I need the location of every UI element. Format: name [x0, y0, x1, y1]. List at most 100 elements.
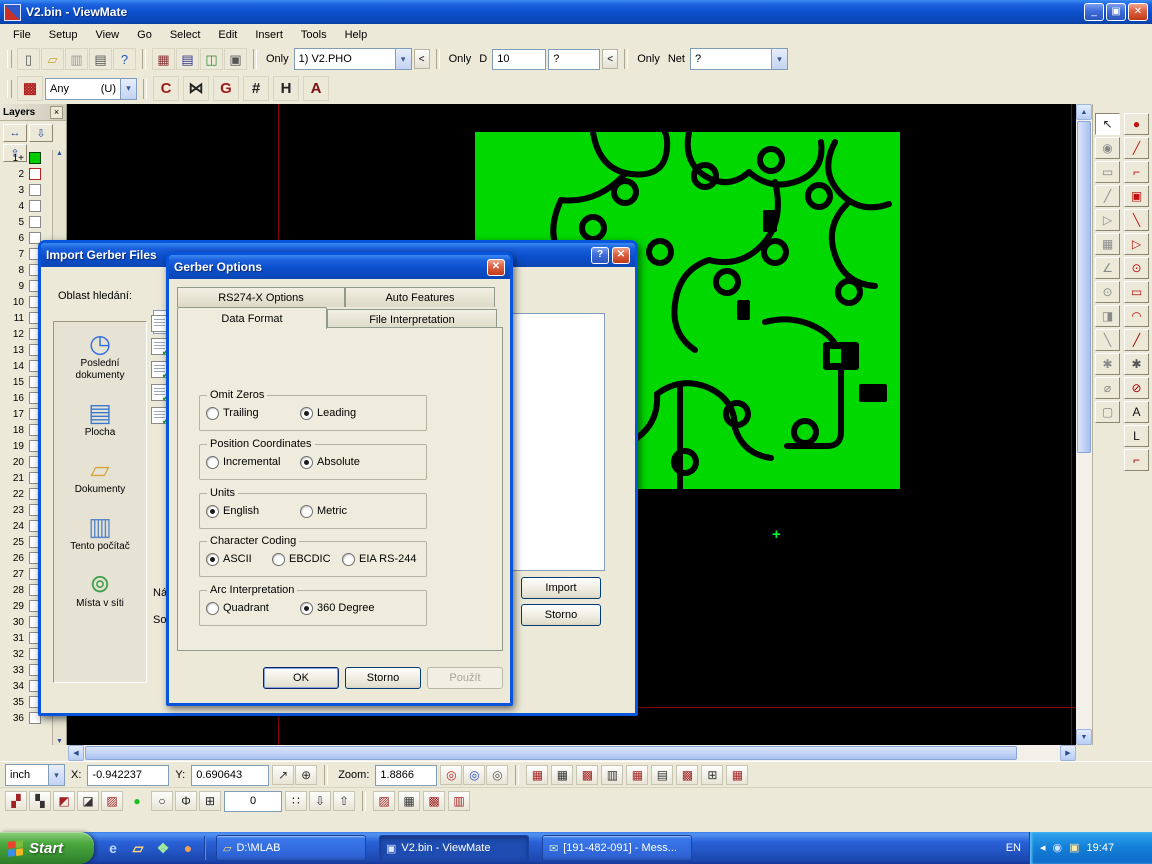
net-combo[interactable]: ?: [690, 48, 788, 70]
chevron-down-icon[interactable]: [120, 79, 136, 99]
pad-pattern-icon-9[interactable]: ▦: [726, 765, 748, 785]
layer-row[interactable]: 2: [0, 166, 53, 182]
horizontal-scroll-track[interactable]: [1018, 745, 1060, 761]
dcode-table-icon[interactable]: ▦: [152, 48, 175, 70]
place-network[interactable]: ⊚ Místa v síti: [57, 570, 143, 610]
pad-tool-icon[interactable]: ◉: [1095, 137, 1120, 159]
select-pad-icon[interactable]: ●: [1124, 113, 1149, 135]
grid-aperture-icon[interactable]: #: [243, 76, 269, 101]
layer-row[interactable]: 1+: [0, 150, 53, 166]
explorer-icon[interactable]: ❖: [152, 836, 174, 860]
select-circle-icon[interactable]: ⊙: [1124, 257, 1149, 279]
radio-option[interactable]: Trailing: [206, 407, 288, 420]
radio-option[interactable]: Metric: [300, 505, 347, 518]
tool-report-icon[interactable]: ◫: [200, 48, 223, 70]
close-icon[interactable]: ✕: [612, 247, 630, 264]
place-desktop[interactable]: ▤ Plocha: [57, 399, 143, 439]
poly-tool-icon[interactable]: ▷: [1095, 209, 1120, 231]
prev-dcode-button[interactable]: <: [602, 49, 618, 69]
diameter-aperture-icon[interactable]: Φ: [175, 791, 197, 811]
select-poly-icon[interactable]: ▷: [1124, 233, 1149, 255]
sel-pattern-icon-3[interactable]: ▩: [423, 791, 445, 811]
layer-row[interactable]: 5: [0, 214, 53, 230]
menu-item[interactable]: Go: [128, 27, 161, 43]
layer-swatch[interactable]: [29, 200, 41, 212]
dot-grid-icon[interactable]: ∷: [285, 791, 307, 811]
radio-option[interactable]: Quadrant: [206, 602, 288, 615]
layer-row[interactable]: 4: [0, 198, 53, 214]
ie-icon[interactable]: e: [102, 836, 124, 860]
restore-button[interactable]: ▣: [1106, 3, 1126, 21]
sel-pattern-icon-4[interactable]: ▥: [448, 791, 470, 811]
box-tool-icon[interactable]: ▢: [1095, 401, 1120, 423]
pad-pattern-icon-3[interactable]: ▩: [576, 765, 598, 785]
draw-mode-icon[interactable]: ▚: [29, 791, 51, 811]
scroll-down-icon[interactable]: ▼: [1076, 729, 1092, 745]
circle-aperture-icon[interactable]: C: [153, 76, 179, 101]
import-cancel-button[interactable]: Storno: [521, 604, 601, 626]
cancel-button[interactable]: Storno: [345, 667, 421, 689]
pad-pattern-icon-4[interactable]: ▥: [601, 765, 623, 785]
horizontal-scrollbar[interactable]: ◀ ▶: [68, 745, 1076, 761]
help-icon[interactable]: ?: [591, 247, 609, 264]
language-indicator[interactable]: EN: [998, 842, 1029, 854]
layer-row[interactable]: 3: [0, 182, 53, 198]
chevron-down-icon[interactable]: [395, 49, 411, 69]
trace-mode-icon[interactable]: ◪: [77, 791, 99, 811]
layers-panel-header[interactable]: Layers ×: [0, 104, 66, 121]
radio-option[interactable]: 360 Degree: [300, 602, 375, 615]
new-file-icon[interactable]: ▯: [17, 48, 40, 70]
h-aperture-icon[interactable]: H: [273, 76, 299, 101]
pad-mode-icon[interactable]: ◩: [53, 791, 75, 811]
radio-option[interactable]: Leading: [300, 407, 356, 420]
browser-icon[interactable]: ●: [177, 836, 199, 860]
pad-pattern-icon-5[interactable]: ▦: [626, 765, 648, 785]
menu-item[interactable]: Tools: [292, 27, 336, 43]
chevron-down-icon[interactable]: [48, 765, 64, 785]
layer-swatch[interactable]: [29, 184, 41, 196]
rect-tool-icon[interactable]: ▭: [1095, 161, 1120, 183]
pad-pattern-icon-6[interactable]: ▤: [651, 765, 673, 785]
context-help-icon[interactable]: ?: [113, 48, 136, 70]
film-box-icon[interactable]: ▣: [224, 48, 247, 70]
pad-pattern-icon-2[interactable]: ▦: [551, 765, 573, 785]
pad-pattern-icon-7[interactable]: ▩: [676, 765, 698, 785]
gerber-tab[interactable]: Auto Features: [345, 287, 495, 307]
line-tool-icon[interactable]: ╱: [1095, 185, 1120, 207]
star-tool-icon[interactable]: ✱: [1095, 353, 1120, 375]
zoom-fit-icon[interactable]: ◎: [486, 765, 508, 785]
diameter-tool-icon[interactable]: ⌀: [1095, 377, 1120, 399]
vertical-scrollbar[interactable]: ▲ ▼: [1076, 104, 1092, 745]
hide-icons-chevron[interactable]: ◂: [1040, 843, 1046, 854]
menu-item[interactable]: View: [86, 27, 128, 43]
slash-tool-icon[interactable]: ╲: [1095, 329, 1120, 351]
vertical-scroll-thumb[interactable]: [1077, 121, 1091, 453]
gerber-tab[interactable]: RS274-X Options: [177, 287, 345, 307]
radio-option[interactable]: EBCDIC: [272, 553, 334, 566]
antivirus-tray-icon[interactable]: ▣: [1069, 843, 1079, 854]
circle-tool-icon[interactable]: ⊙: [1095, 281, 1120, 303]
sel-pattern-icon-2[interactable]: ▦: [398, 791, 420, 811]
select-line-icon[interactable]: ╱: [1124, 137, 1149, 159]
radio-option[interactable]: Absolute: [300, 456, 360, 469]
corner-tool-icon[interactable]: ⌐: [1124, 449, 1149, 471]
x-coordinate-field[interactable]: -0.942237: [87, 765, 169, 786]
highlight-layer-icon[interactable]: ▩: [17, 76, 43, 101]
bowtie-aperture-icon[interactable]: ⋈: [183, 76, 209, 101]
measure-icon[interactable]: ↗: [272, 765, 294, 785]
aperture-list-icon[interactable]: ▤: [176, 48, 199, 70]
pad-pattern-icon-8[interactable]: ⊞: [701, 765, 723, 785]
ok-button[interactable]: OK: [263, 667, 339, 689]
zoom-window-icon[interactable]: ◎: [463, 765, 485, 785]
halfplane-tool-icon[interactable]: ◨: [1095, 305, 1120, 327]
scroll-right-icon[interactable]: ▶: [1060, 745, 1076, 761]
radio-option[interactable]: English: [206, 505, 288, 518]
open-folder-icon[interactable]: ▱: [41, 48, 64, 70]
l-shape-tool-icon[interactable]: L: [1124, 425, 1149, 447]
radio-option[interactable]: Incremental: [206, 456, 288, 469]
select-slash-icon[interactable]: ╲: [1124, 209, 1149, 231]
select-arc-icon[interactable]: ◠: [1124, 305, 1149, 327]
select-rect-icon[interactable]: ▣: [1124, 185, 1149, 207]
radio-option[interactable]: ASCII: [206, 553, 264, 566]
place-recent-documents[interactable]: ◷ Poslední dokumenty: [57, 330, 143, 382]
